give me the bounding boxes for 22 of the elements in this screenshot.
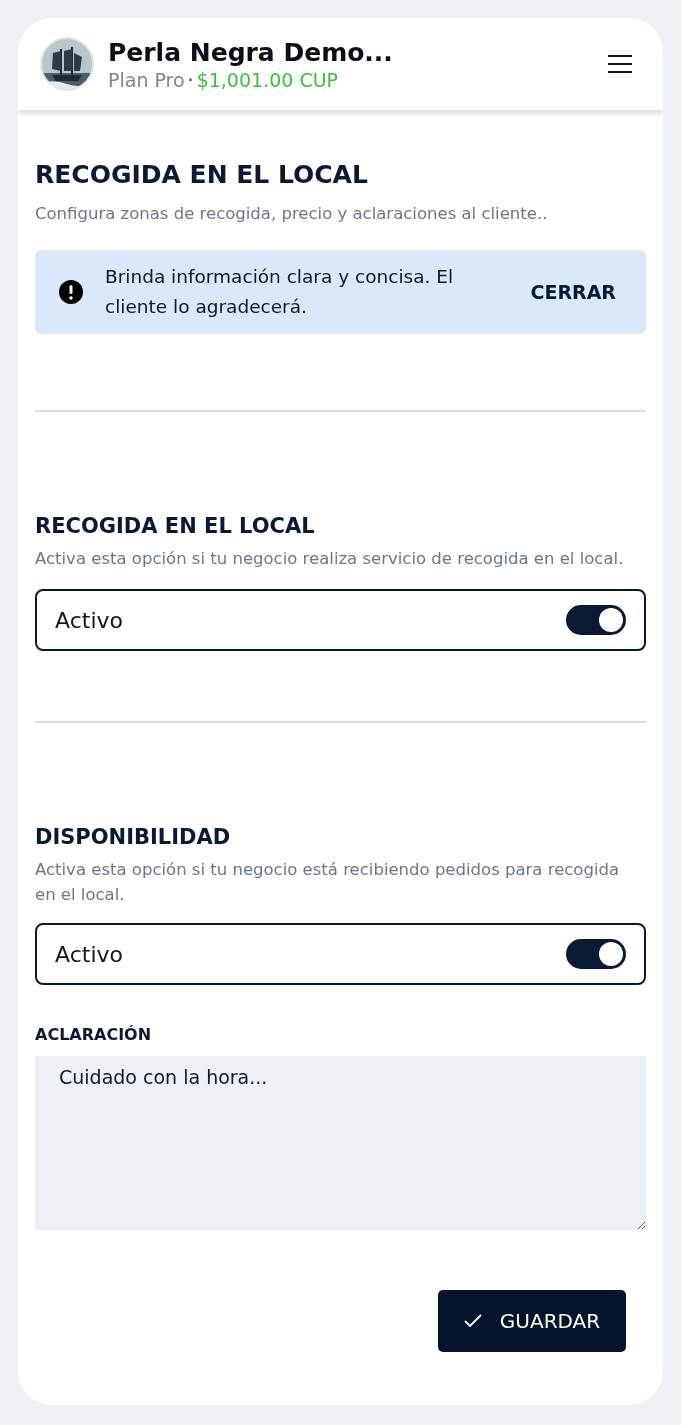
toggle-label: Activo [55, 941, 123, 967]
section-description: Activa esta opción si tu negocio realiza servicio de recogida en el local. [35, 548, 625, 570]
field-label: ACLARACIÓN [35, 1025, 153, 1044]
toggle-label: Activo [55, 607, 123, 633]
close-button[interactable]: CERRAR [524, 280, 622, 304]
page-title: RECOGIDA EN EL LOCAL [35, 160, 369, 189]
page-subtitle: Configura zonas de recogida, precio y aclaraciones al cliente.. [35, 203, 549, 225]
separator-dot: · [187, 68, 194, 91]
section-description: Activa esta opción si tu negocio está recibiendo pedidos para recogida en el local. [35, 859, 621, 906]
section-title: RECOGIDA EN EL LOCAL [35, 514, 316, 538]
save-button[interactable]: GUARDAR [438, 1290, 626, 1352]
check-icon [463, 1314, 482, 1328]
plan-name: Plan Pro [108, 68, 185, 91]
toggle-switch[interactable] [566, 605, 626, 635]
business-name: Perla Negra Demo... [108, 37, 394, 67]
section-title: DISPONIBILIDAD [35, 825, 232, 849]
clarification-field[interactable]: Cuidado con la hora... [35, 1056, 646, 1230]
balance: $1,001.00 CUP [196, 68, 339, 91]
alert-message: Brinda información clara y concisa. El cliente lo agradecerá. [105, 265, 455, 319]
toggle-switch[interactable] [566, 939, 626, 969]
save-label: GUARDAR [499, 1309, 601, 1333]
exclamation-icon [59, 280, 83, 304]
